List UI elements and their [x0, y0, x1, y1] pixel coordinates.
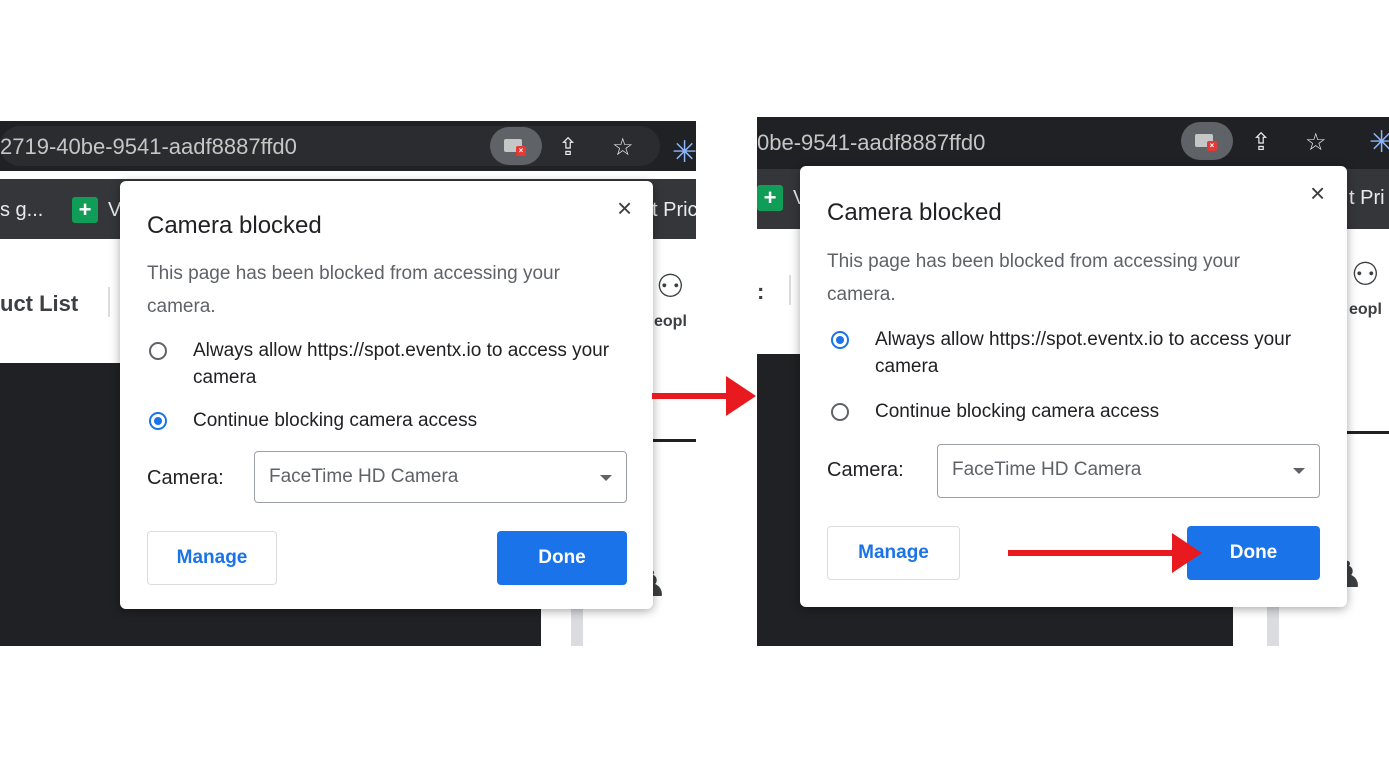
divider [108, 287, 110, 317]
radio-continue-blocking[interactable] [831, 403, 849, 421]
dialog-title: Camera blocked [147, 212, 322, 239]
bookmark-star-icon[interactable]: ☆ [1305, 131, 1327, 155]
done-pointer-arrow-head [1172, 533, 1202, 573]
extension-icon[interactable]: ✳ [672, 135, 696, 170]
people-label: eopl [1349, 301, 1382, 318]
transition-arrow-shaft [652, 393, 732, 399]
radio-always-allow[interactable] [149, 342, 167, 360]
done-pointer-arrow-shaft [1008, 550, 1180, 556]
done-button[interactable]: Done [1187, 526, 1320, 580]
camera-select-value: FaceTime HD Camera [952, 459, 1142, 480]
radio-continue-blocking[interactable] [149, 412, 167, 430]
chevron-down-icon [600, 475, 612, 481]
option-continue-blocking-label[interactable]: Continue blocking camera access [193, 407, 477, 434]
camera-blocked-icon[interactable]: × [1181, 122, 1233, 160]
bookmark-item[interactable]: t Pri [1349, 187, 1385, 210]
radio-always-allow[interactable] [831, 331, 849, 349]
people-icon[interactable]: ⚇ [1351, 255, 1380, 293]
camera-label: Camera: [147, 467, 224, 489]
dialog-description: This page has been blocked from accessin… [827, 251, 1240, 305]
bookmark-item[interactable]: s g... [0, 199, 43, 222]
address-bar: 0be-9541-aadf8887ffd0 × ⇪ ☆ ✳ [757, 117, 1389, 169]
camera-select-value: FaceTime HD Camera [269, 466, 459, 487]
share-icon[interactable]: ⇪ [558, 136, 578, 160]
sheets-icon[interactable]: + [72, 197, 98, 223]
camera-blocked-dialog: × Camera blocked This page has been bloc… [120, 181, 653, 609]
option-continue-blocking-label[interactable]: Continue blocking camera access [875, 398, 1159, 425]
url-text: 2719-40be-9541-aadf8887ffd0 [0, 134, 297, 159]
right-screenshot: 0be-9541-aadf8887ffd0 × ⇪ ☆ ✳ + V t Pri … [757, 117, 1389, 646]
tab-underline [651, 439, 696, 442]
people-icon[interactable]: ⚇ [656, 267, 685, 305]
chevron-down-icon [1293, 468, 1305, 474]
done-button[interactable]: Done [497, 531, 627, 585]
people-label: eopl [654, 313, 687, 330]
close-icon[interactable]: × [617, 195, 632, 221]
blocked-badge-icon: × [1207, 141, 1217, 151]
tab-underline [1347, 431, 1389, 434]
manage-button[interactable]: Manage [827, 526, 960, 580]
camera-label: Camera: [827, 459, 904, 481]
camera-blocked-icon[interactable]: × [490, 127, 542, 165]
camera-blocked-dialog: × Camera blocked This page has been bloc… [800, 166, 1347, 607]
bookmark-item[interactable]: t Pric [652, 199, 696, 222]
extension-icon[interactable]: ✳ [1369, 125, 1389, 160]
close-icon[interactable]: × [1310, 180, 1325, 206]
address-bar: 2719-40be-9541-aadf8887ffd0 × ⇪ ☆ ✳ [0, 121, 696, 171]
dialog-title: Camera blocked [827, 199, 1002, 226]
sheets-icon[interactable]: + [757, 185, 783, 211]
divider [789, 275, 791, 305]
option-always-allow-label[interactable]: Always allow https://spot.eventx.io to a… [193, 337, 633, 391]
omnibox[interactable]: 2719-40be-9541-aadf8887ffd0 × ⇪ ☆ [0, 126, 660, 166]
url-text: 0be-9541-aadf8887ffd0 [757, 130, 986, 155]
omnibox[interactable]: 0be-9541-aadf8887ffd0 × ⇪ ☆ [757, 121, 1347, 161]
camera-select[interactable]: FaceTime HD Camera [937, 444, 1320, 498]
share-icon[interactable]: ⇪ [1251, 131, 1271, 155]
manage-button[interactable]: Manage [147, 531, 277, 585]
option-always-allow-label[interactable]: Always allow https://spot.eventx.io to a… [875, 326, 1325, 380]
blocked-badge-icon: × [516, 146, 526, 156]
bookmark-star-icon[interactable]: ☆ [612, 136, 634, 160]
camera-select[interactable]: FaceTime HD Camera [254, 451, 627, 503]
product-list-tab[interactable]: uct List [0, 291, 78, 317]
left-screenshot: 2719-40be-9541-aadf8887ffd0 × ⇪ ☆ ✳ s g.… [0, 121, 696, 646]
dialog-description: This page has been blocked from accessin… [147, 263, 560, 317]
app-tab[interactable]: : [757, 279, 764, 305]
transition-arrow-head [726, 376, 756, 416]
